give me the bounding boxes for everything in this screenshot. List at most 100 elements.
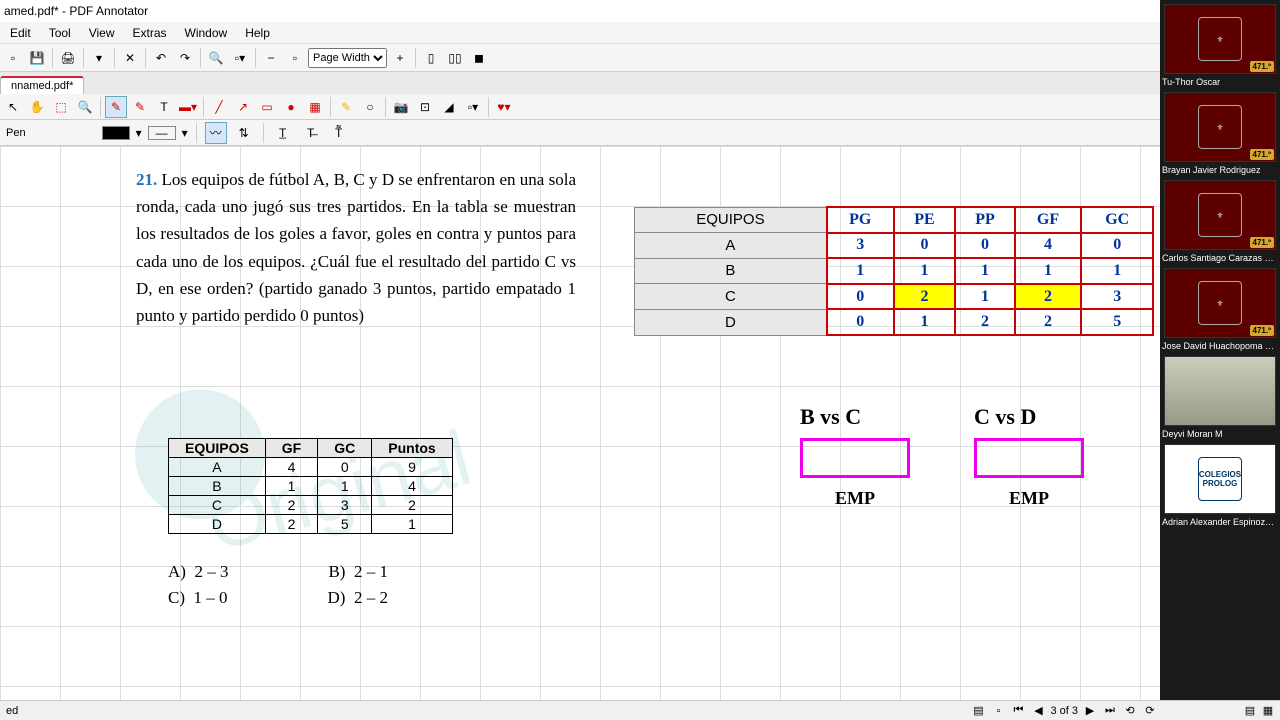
- participant-tile[interactable]: ⚜ 471.º Carlos Santiago Carazas Vela: [1160, 176, 1280, 264]
- handwritten-table: EQUIPOS PG PE PP GF GC A30040 B11111 C02…: [634, 206, 1154, 336]
- ellipse-tool[interactable]: ●: [280, 96, 302, 118]
- bookmark-button[interactable]: ▫▾: [229, 47, 251, 69]
- separator: [263, 123, 264, 143]
- text-tool[interactable]: T: [153, 96, 175, 118]
- layout-single-button[interactable]: ▯: [420, 47, 442, 69]
- pointer-tool[interactable]: ↖: [2, 96, 24, 118]
- arrow-tool[interactable]: ↗: [232, 96, 254, 118]
- nav-forward-button[interactable]: ⟳: [1142, 703, 1158, 719]
- eraser-tool[interactable]: ◢: [438, 96, 460, 118]
- hand-cell: 1: [1015, 258, 1082, 284]
- table-header: GC: [318, 439, 372, 458]
- table-cell: 5: [318, 515, 372, 534]
- hand-tool[interactable]: ✋: [26, 96, 48, 118]
- table-header: Puntos: [372, 439, 452, 458]
- camera-tool[interactable]: 📷: [390, 96, 412, 118]
- hand-cell: 1: [894, 309, 956, 335]
- open-button[interactable]: ▾: [88, 47, 110, 69]
- text-squiggle-button[interactable]: T͌: [328, 122, 350, 144]
- hand-cell: 1: [827, 258, 894, 284]
- hand-cell: 1: [955, 284, 1014, 310]
- crest-icon: ⚜: [1198, 193, 1242, 237]
- status-left: ed: [0, 705, 24, 717]
- lasso-tool[interactable]: ○: [359, 96, 381, 118]
- rect-tool[interactable]: ▭: [256, 96, 278, 118]
- nav-back-button[interactable]: ⟲: [1122, 703, 1138, 719]
- participants-panel: ⚜ 471.º Tu-Thor Oscar ⚜ 471.º Brayan Jav…: [1160, 0, 1280, 700]
- view-mode-2-icon[interactable]: ▦: [1260, 703, 1276, 719]
- crop-tool[interactable]: ⊡: [414, 96, 436, 118]
- menu-tool[interactable]: Tool: [41, 24, 79, 42]
- problem-data-table: EQUIPOS GF GC Puntos A409 B114 C232 D251: [168, 438, 453, 534]
- document-canvas[interactable]: Original 21. Los equipos de fútbol A, B,…: [0, 146, 1160, 700]
- choice-c-label: C): [168, 588, 185, 607]
- page-content: Original 21. Los equipos de fútbol A, B,…: [0, 146, 1160, 700]
- zoom-in-button[interactable]: +: [389, 47, 411, 69]
- marker-tool[interactable]: ✎: [129, 96, 151, 118]
- last-page-button[interactable]: ⏭: [1102, 703, 1118, 719]
- redo-button[interactable]: ↷: [174, 47, 196, 69]
- table-cell: A: [169, 458, 266, 477]
- new-button[interactable]: ▫: [2, 47, 24, 69]
- save-button[interactable]: 💾: [26, 47, 48, 69]
- zoom-out-button[interactable]: −: [260, 47, 282, 69]
- table-cell: 4: [372, 477, 452, 496]
- participant-name: Deyvi Moran M: [1162, 429, 1278, 439]
- undo-button[interactable]: ↶: [150, 47, 172, 69]
- pen-color-swatch[interactable]: [102, 126, 130, 140]
- menu-window[interactable]: Window: [177, 24, 236, 42]
- fit-page-button[interactable]: ▫: [284, 47, 306, 69]
- zoom-select[interactable]: Page Width: [308, 48, 387, 68]
- menu-view[interactable]: View: [81, 24, 123, 42]
- anniversary-badge: 471.º: [1250, 237, 1275, 248]
- prolog-logo-icon: COLEGIOS PROLOG: [1198, 457, 1242, 501]
- hand-header: GC: [1081, 207, 1153, 233]
- document-tab[interactable]: nnamed.pdf*: [0, 76, 84, 94]
- search-button[interactable]: 🔍: [205, 47, 227, 69]
- menu-extras[interactable]: Extras: [125, 24, 175, 42]
- pressure-button[interactable]: ⇅: [233, 122, 255, 144]
- auto-smooth-button[interactable]: 〰: [205, 122, 227, 144]
- cvd-result-box: [974, 438, 1084, 478]
- thumb-view-icon[interactable]: ▤: [970, 703, 986, 719]
- layout-full-button[interactable]: ◼: [468, 47, 490, 69]
- highlighter-tool[interactable]: ✎: [335, 96, 357, 118]
- next-page-button[interactable]: ▶: [1082, 703, 1098, 719]
- zoom-tool[interactable]: 🔍: [74, 96, 96, 118]
- participant-tile[interactable]: ⚜ 471.º Brayan Javier Rodriguez: [1160, 88, 1280, 176]
- participant-tile[interactable]: Deyvi Moran M: [1160, 352, 1280, 440]
- color-dropdown-icon[interactable]: ▾: [136, 126, 142, 140]
- view-mode-1-icon[interactable]: ▤: [1242, 703, 1258, 719]
- line-tool[interactable]: ╱: [208, 96, 230, 118]
- table-cell: 3: [318, 496, 372, 515]
- pen-width-swatch[interactable]: ―: [148, 126, 176, 140]
- text-strike-button[interactable]: T̶: [300, 122, 322, 144]
- shape-tool[interactable]: ▦: [304, 96, 326, 118]
- select-tool[interactable]: ⬚: [50, 96, 72, 118]
- participant-tile[interactable]: ⚜ 471.º Tu-Thor Oscar: [1160, 0, 1280, 88]
- prev-page-button[interactable]: ◀: [1030, 703, 1046, 719]
- first-page-button[interactable]: ⏮: [1010, 703, 1026, 719]
- text-underline-button[interactable]: T̲: [272, 122, 294, 144]
- page-view-icon[interactable]: ▫: [990, 703, 1006, 719]
- anniversary-badge: 471.º: [1250, 325, 1275, 336]
- layout-double-button[interactable]: ▯▯: [444, 47, 466, 69]
- cut-button[interactable]: ✕: [119, 47, 141, 69]
- participant-tile[interactable]: ⚜ 471.º Jose David Huachopoma Pac: [1160, 264, 1280, 352]
- participant-tile[interactable]: COLEGIOS PROLOG Adrian Alexander Espinoz…: [1160, 440, 1280, 528]
- print-button[interactable]: 🖨: [57, 47, 79, 69]
- stamp-tool[interactable]: ▫▾: [462, 96, 484, 118]
- main-toolbar: ▫ 💾 🖨 ▾ ✕ ↶ ↷ 🔍 ▫▾ − ▫ Page Width + ▯ ▯▯…: [0, 44, 1280, 72]
- table-header: EQUIPOS: [169, 439, 266, 458]
- menu-help[interactable]: Help: [237, 24, 278, 42]
- width-dropdown-icon[interactable]: ▾: [182, 126, 188, 140]
- highlight-tool[interactable]: ▬▾: [177, 96, 199, 118]
- crest-icon: ⚜: [1198, 105, 1242, 149]
- pen-tool[interactable]: ✎: [105, 96, 127, 118]
- hand-header: PE: [894, 207, 956, 233]
- menu-edit[interactable]: Edit: [2, 24, 39, 42]
- favorite-tool[interactable]: ♥▾: [493, 96, 515, 118]
- separator: [114, 48, 115, 68]
- table-cell: 2: [265, 496, 317, 515]
- current-tool-label: Pen: [2, 127, 30, 139]
